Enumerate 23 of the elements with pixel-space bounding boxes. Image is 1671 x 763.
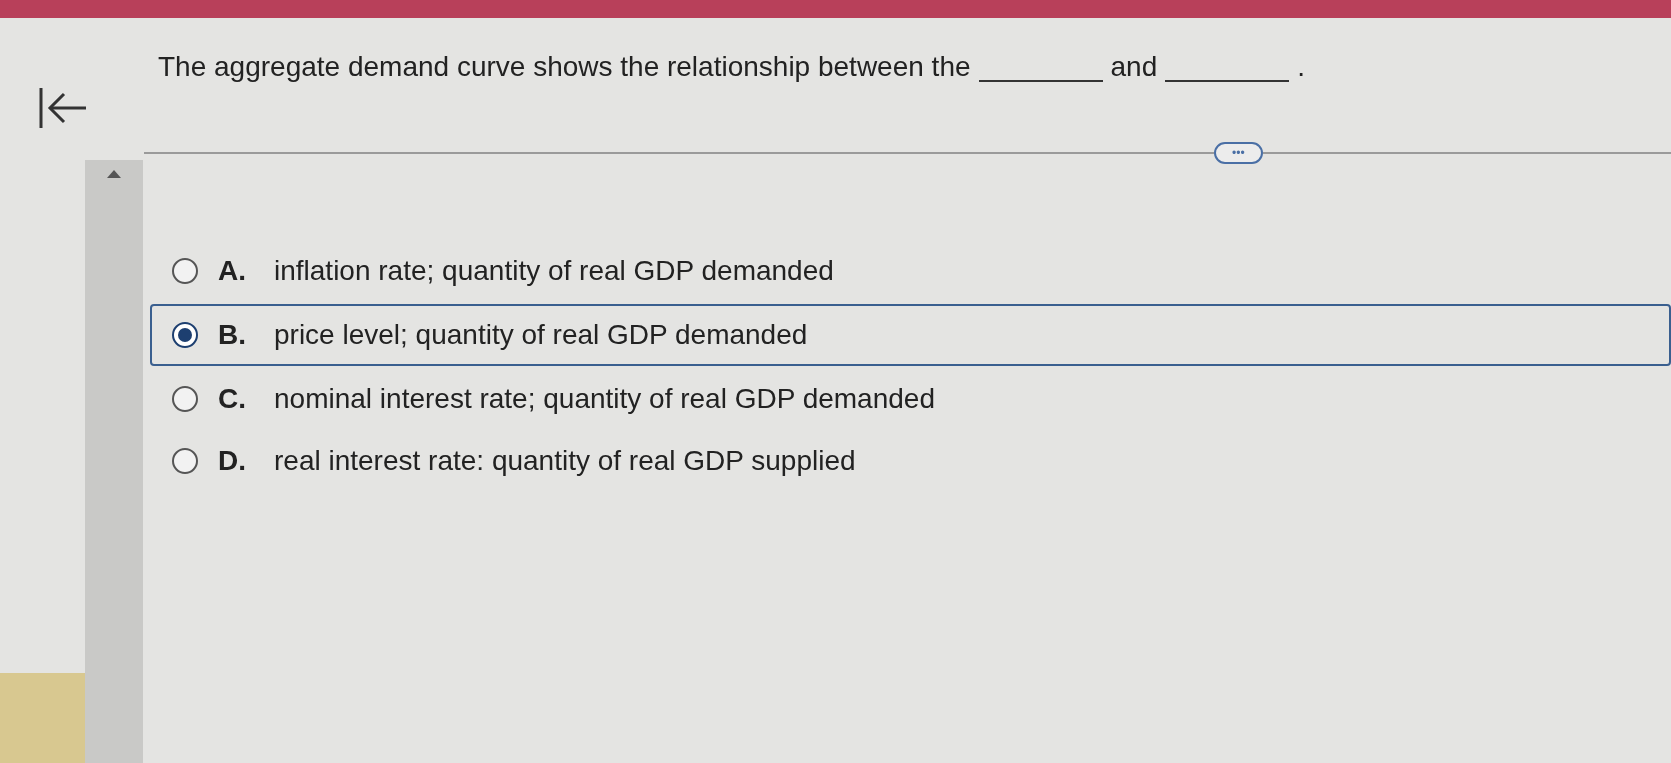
answer-option[interactable]: A. inflation rate; quantity of real GDP demanded <box>150 242 1671 300</box>
answer-option[interactable]: D. real interest rate: quantity of real GDP supplied <box>150 432 1671 490</box>
question-text: and <box>1110 50 1158 84</box>
option-text: price level; quantity of real GDP demanded <box>274 318 808 352</box>
radio-button[interactable] <box>172 322 198 348</box>
back-to-start-icon[interactable] <box>38 86 88 130</box>
radio-button[interactable] <box>172 258 198 284</box>
option-letter: C. <box>218 382 247 416</box>
option-letter: A. <box>218 254 247 288</box>
scrollbar[interactable] <box>85 160 143 763</box>
option-text: real interest rate: quantity of real GDP supplied <box>274 444 856 478</box>
option-text: inflation rate; quantity of real GDP demanded <box>274 254 834 288</box>
question-text: . <box>1297 50 1306 84</box>
option-text: nominal interest rate; quantity of real GDP demanded <box>274 382 935 416</box>
question-text: The aggregate demand curve shows the relationship between the <box>158 50 971 84</box>
answer-option[interactable]: C. nominal interest rate; quantity of real GDP demanded <box>150 370 1671 428</box>
option-letter: D. <box>218 444 247 478</box>
radio-button[interactable] <box>172 386 198 412</box>
radio-button[interactable] <box>172 448 198 474</box>
answer-option[interactable]: B. price level; quantity of real GDP demanded <box>150 304 1671 366</box>
option-letter: B. <box>218 318 247 352</box>
scroll-up-icon[interactable] <box>107 170 121 178</box>
more-button[interactable]: ••• <box>1214 142 1263 164</box>
